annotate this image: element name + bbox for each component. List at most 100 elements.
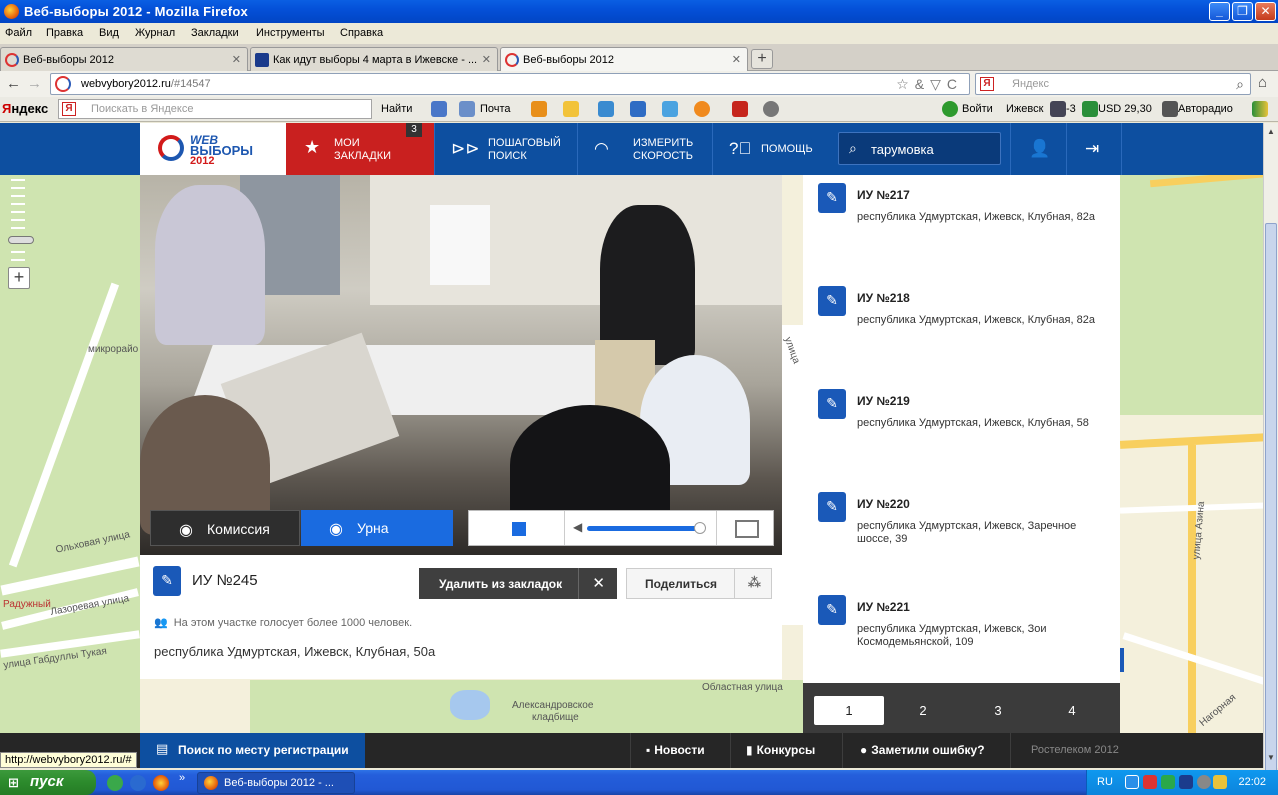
camera-video[interactable] (140, 175, 782, 555)
translate-page-icon[interactable] (630, 101, 646, 117)
maximize-button[interactable]: ❐ (1232, 2, 1253, 21)
forward-arrow-icon[interactable]: → (27, 75, 42, 92)
menu-bookmarks[interactable]: Закладки (191, 27, 239, 39)
tray-icon[interactable] (1143, 775, 1157, 789)
contests-link[interactable]: ▮ Конкурсы (746, 743, 815, 757)
browser-search-box[interactable]: Я Яндекс ⌕ (975, 73, 1251, 95)
quicklaunch-icon[interactable] (107, 775, 123, 791)
scroll-down-arrow-icon[interactable]: ▼ (1265, 751, 1277, 765)
spellcheck-icon[interactable] (598, 101, 614, 117)
volume-icon[interactable] (1197, 775, 1211, 789)
radio-station[interactable]: Авторадио (1178, 103, 1233, 115)
firefox-icon[interactable] (153, 775, 169, 791)
close-window-button[interactable]: ✕ (1255, 2, 1276, 21)
start-button[interactable]: ⊞ пуск (0, 770, 96, 795)
menu-tools[interactable]: Инструменты (256, 27, 325, 39)
language-indicator[interactable]: RU (1097, 776, 1113, 788)
address-bar[interactable]: webvybory2012.ru/#14547 ☆&▽C (50, 73, 970, 95)
home-icon[interactable]: ⌂ (1258, 74, 1267, 91)
volume-slider[interactable] (587, 526, 697, 531)
news-link[interactable]: ▪ Новости (646, 743, 705, 757)
page-4-button[interactable]: 4 (1037, 696, 1107, 725)
page-scrollbar[interactable]: ▲ ▼ (1263, 123, 1278, 783)
site-identity-icon[interactable] (55, 76, 71, 92)
city-label[interactable]: Ижевск (1006, 103, 1043, 115)
help-button[interactable]: ?⃝ ПОМОЩЬ (712, 123, 826, 175)
yandex-engine-icon[interactable]: Я (980, 77, 994, 91)
camera-commission-button[interactable]: ◉ Комиссия (150, 510, 300, 546)
remove-bookmark-button[interactable]: Удалить из закладок ✕ (419, 568, 617, 599)
gear-icon[interactable] (763, 101, 779, 117)
usd-rate[interactable]: USD 29,30 (1098, 103, 1152, 115)
taskbar-firefox-window[interactable]: Веб-выборы 2012 - ... (197, 772, 355, 794)
menu-help[interactable]: Справка (340, 27, 383, 39)
share-button[interactable]: Поделиться ⁂ (626, 568, 772, 599)
scrollbar-thumb[interactable] (1265, 223, 1277, 783)
tray-icon[interactable] (1161, 775, 1175, 789)
tray-icon[interactable] (1213, 775, 1227, 789)
yandex-login-button[interactable]: Войти (962, 103, 993, 115)
menu-file[interactable]: Файл (5, 27, 32, 39)
my-bookmarks-button[interactable]: ★ МОИ ЗАКЛАДКИ 3 (286, 123, 434, 175)
yandex-search-input[interactable]: Я Поискать в Яндексе (58, 99, 372, 119)
list-item[interactable]: ✎ ИУ №221 республика Удмуртская, Ижевск,… (803, 587, 1120, 690)
camera-urn-button[interactable]: ◉ Урна (301, 510, 453, 546)
zoom-in-button[interactable]: + (8, 267, 30, 289)
page-1-button[interactable]: 1 (814, 696, 884, 725)
new-tab-button[interactable]: + (751, 49, 773, 69)
list-item[interactable]: ✎ ИУ №218 республика Удмуртская, Ижевск,… (803, 278, 1120, 381)
fullscreen-icon[interactable] (735, 520, 759, 538)
menu-edit[interactable]: Правка (46, 27, 83, 39)
site-logo[interactable]: WEB ВЫБОРЫ 2012 (140, 123, 286, 175)
temperature-value[interactable]: -3 (1066, 103, 1076, 115)
mail-icon[interactable] (459, 101, 475, 117)
clock[interactable]: 22:02 (1238, 776, 1266, 788)
quicklaunch-more-icon[interactable]: » (179, 772, 185, 784)
login-icon[interactable] (942, 101, 958, 117)
tab-webvybory-active[interactable]: Веб-выборы 2012 ✕ (500, 47, 748, 72)
bookmark-star-icon[interactable]: ☆&▽C (896, 76, 963, 93)
report-error-link[interactable]: ● Заметили ошибку? (860, 743, 985, 757)
search-icon[interactable]: ⌕ (1236, 76, 1244, 93)
tab-close-icon[interactable]: ✕ (232, 53, 241, 66)
tab-close-icon[interactable]: ✕ (732, 53, 741, 66)
registration-search-button[interactable]: ▤ Поиск по месту регистрации (140, 733, 365, 768)
antivirus-icon[interactable] (732, 101, 748, 117)
logout-button[interactable]: ⇥ (1066, 123, 1122, 175)
translate-icon[interactable] (431, 101, 447, 117)
profile-button[interactable]: 👤 (1010, 123, 1066, 175)
yandex-find-button[interactable]: Найти (381, 103, 412, 115)
menu-view[interactable]: Вид (99, 27, 119, 39)
favorites-star-icon[interactable] (563, 101, 579, 117)
share-icon[interactable] (662, 101, 678, 117)
menu-history[interactable]: Журнал (135, 27, 175, 39)
pagination: 1 2 3 4 (803, 683, 1120, 733)
bookmarks-icon[interactable] (531, 101, 547, 117)
page-3-button[interactable]: 3 (963, 696, 1033, 725)
site-search-input[interactable]: ⌕ тарумовка (838, 132, 1001, 165)
list-item[interactable]: ✎ ИУ №220 республика Удмуртская, Ижевск,… (803, 484, 1120, 587)
list-scroll-indicator[interactable] (1120, 648, 1124, 672)
list-item[interactable]: ✎ ИУ №217 республика Удмуртская, Ижевск,… (803, 175, 1120, 278)
tray-icon[interactable] (1125, 775, 1139, 789)
speaker-icon[interactable]: ◀ (573, 520, 582, 534)
zoom-slider-handle[interactable] (8, 236, 34, 244)
page-2-button[interactable]: 2 (888, 696, 958, 725)
stop-icon[interactable] (512, 522, 526, 536)
step-search-button[interactable]: ⊳⊳ ПОШАГОВЫЙ ПОИСК (434, 123, 577, 175)
back-arrow-icon[interactable]: ← (6, 75, 21, 92)
yandex-logo[interactable]: Яндекс (2, 101, 48, 116)
speed-test-button[interactable]: ◠ ИЗМЕРИТЬ СКОРОСТЬ (577, 123, 712, 175)
volume-slider-handle[interactable] (694, 522, 706, 534)
yandex-mail-button[interactable]: Почта (480, 103, 511, 115)
network-icon[interactable] (1179, 775, 1193, 789)
scroll-up-arrow-icon[interactable]: ▲ (1265, 125, 1277, 139)
ie-icon[interactable] (130, 775, 146, 791)
chat-icon[interactable] (694, 101, 710, 117)
minimize-button[interactable]: _ (1209, 2, 1230, 21)
map-zoom-control[interactable]: + (5, 175, 34, 290)
tab-news-article[interactable]: Как идут выборы 4 марта в Ижевске - ... … (250, 47, 498, 71)
list-item[interactable]: ✎ ИУ №219 республика Удмуртская, Ижевск,… (803, 381, 1120, 484)
tab-webvybory-1[interactable]: Веб-выборы 2012 ✕ (0, 47, 248, 71)
tab-close-icon[interactable]: ✕ (482, 53, 491, 66)
